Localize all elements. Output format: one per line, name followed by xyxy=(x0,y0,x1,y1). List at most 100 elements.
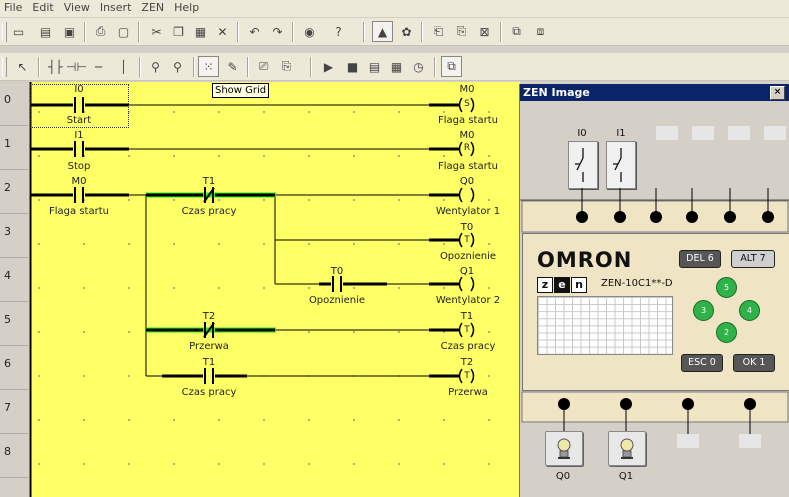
coil-comment: Przerwa xyxy=(448,387,488,398)
coil-comment: Czas pracy xyxy=(440,341,496,352)
output-lamp-q1 xyxy=(608,431,646,466)
delete-icon[interactable]: ✕ xyxy=(212,21,233,42)
empty-input-slot xyxy=(728,126,750,140)
row-number[interactable]: 5 xyxy=(0,302,28,346)
contact-comment: Start xyxy=(66,115,92,126)
alt-button[interactable]: ALT 7 xyxy=(731,250,775,268)
left-arrow-button[interactable]: 3 xyxy=(693,300,714,321)
toolbar-separator xyxy=(138,22,140,42)
row-number[interactable]: 3 xyxy=(0,214,28,258)
row-number[interactable]: 8 xyxy=(0,434,28,478)
empty-output-slot xyxy=(677,434,699,448)
coil-address: Q1 xyxy=(459,266,475,277)
comment-icon[interactable]: ✎ xyxy=(222,56,243,77)
transfer-from-icon[interactable]: ⎘ xyxy=(451,21,472,42)
input-switch-i1[interactable] xyxy=(606,141,636,189)
row-number[interactable]: 6 xyxy=(0,346,28,390)
ladder-diagram[interactable]: I0 Start M0 S Flaga startu I1 Stop M0 R … xyxy=(29,82,520,497)
toolbar-separator xyxy=(500,22,502,42)
run-mode-icon[interactable]: ▲ xyxy=(372,21,393,42)
transfer-to-icon[interactable]: ⎗ xyxy=(428,21,449,42)
ladder-wiring xyxy=(29,82,520,497)
save-icon[interactable]: ▣ xyxy=(59,21,80,42)
coil-comment: Wentylator 1 xyxy=(435,206,501,217)
zen-controller-panel: OMRON zen ZEN-10C1**-D DEL 6 ALT 7 5 3 4… xyxy=(522,233,789,391)
zen-logo-letter: n xyxy=(571,277,587,293)
contact-comment: Flaga startu xyxy=(49,206,109,217)
contact-address: I1 xyxy=(74,130,84,141)
menu-edit[interactable]: Edit xyxy=(28,0,59,14)
coil-comment: Flaga startu xyxy=(438,115,498,126)
disconnect-icon[interactable]: ⧈ xyxy=(530,21,551,42)
stop-mode-icon[interactable]: ✿ xyxy=(396,21,417,42)
down-arrow-button[interactable]: 2 xyxy=(716,322,737,343)
row-number[interactable]: 0 xyxy=(0,82,28,126)
cut-icon[interactable]: ✂ xyxy=(146,21,167,42)
zen-window-title-text: ZEN Image xyxy=(523,86,590,99)
function-list-icon[interactable]: ⎘ xyxy=(276,56,297,77)
zen-image-icon[interactable]: ⧉ xyxy=(441,56,462,77)
coil-address: M0 xyxy=(459,130,475,141)
simulation-stop-icon[interactable]: ■ xyxy=(342,56,363,77)
print-preview-icon[interactable]: ▢ xyxy=(113,21,134,42)
input-switch-i0[interactable] xyxy=(568,141,598,189)
contact-comment: Opoznienie xyxy=(308,295,366,306)
copy-icon[interactable]: ❐ xyxy=(168,21,189,42)
zen-window-title[interactable]: ZEN Image × xyxy=(520,84,789,101)
model-number: ZEN-10C1**-D xyxy=(601,278,673,289)
close-icon[interactable]: × xyxy=(770,86,785,100)
right-arrow-button[interactable]: 4 xyxy=(739,300,760,321)
menu-zen[interactable]: ZEN xyxy=(137,0,170,14)
standard-toolbar: ▭ ▤ ▣ ⎙ ▢ ✂ ❐ ▦ ✕ ↶ ↷ ◉ ? ▲ ✿ ⎗ ⎘ ⊠ ⧉ ⧈ xyxy=(0,18,789,46)
coil-address: M0 xyxy=(459,84,475,95)
row-number[interactable]: 4 xyxy=(0,258,28,302)
row-number[interactable]: 1 xyxy=(0,126,28,170)
clock-icon[interactable]: ◷ xyxy=(408,56,429,77)
coil-address: Q0 xyxy=(459,176,475,187)
menu-insert[interactable]: Insert xyxy=(96,0,138,14)
undo-icon[interactable]: ↶ xyxy=(244,21,265,42)
redo-icon[interactable]: ↷ xyxy=(267,21,288,42)
menu-help[interactable]: Help xyxy=(170,0,205,14)
coil-address: T2 xyxy=(460,357,474,368)
contact-nc-icon[interactable]: ⊣⊢ xyxy=(66,56,87,77)
show-grid-icon[interactable]: ⁙ xyxy=(198,56,219,77)
new-file-icon[interactable]: ▭ xyxy=(8,21,29,42)
contact-address: I0 xyxy=(74,84,84,95)
io-monitor-icon[interactable]: ▤ xyxy=(364,56,385,77)
up-arrow-button[interactable]: 5 xyxy=(716,277,737,298)
table-icon[interactable]: ▦ xyxy=(386,56,407,77)
find-binoculars-icon[interactable]: ◉ xyxy=(299,21,320,42)
del-button[interactable]: DEL 6 xyxy=(679,250,721,268)
zoom-out-icon[interactable]: ⚲ xyxy=(167,56,188,77)
toolbar-separator xyxy=(247,57,249,77)
paste-icon[interactable]: ▦ xyxy=(190,21,211,42)
menu-file[interactable]: File xyxy=(0,0,28,14)
row-number[interactable]: 2 xyxy=(0,170,28,214)
output-label: Q1 xyxy=(618,471,634,482)
toolbar-grip[interactable] xyxy=(2,57,7,77)
horizontal-line-icon[interactable]: ─ xyxy=(88,56,109,77)
toolbar-grip[interactable] xyxy=(2,22,7,42)
output-lamp-q0 xyxy=(545,431,583,466)
print-icon[interactable]: ⎙ xyxy=(90,21,111,42)
vertical-line-icon[interactable]: │ xyxy=(113,56,134,77)
empty-input-slot xyxy=(656,126,678,140)
connect-icon[interactable]: ⧉ xyxy=(506,21,527,42)
toolbar-separator xyxy=(434,57,436,77)
esc-button[interactable]: ESC 0 xyxy=(681,354,723,372)
function-block-icon[interactable]: ⎚ xyxy=(253,56,274,77)
ok-button[interactable]: OK 1 xyxy=(733,354,775,372)
toolbar-separator xyxy=(38,57,40,77)
compare-icon[interactable]: ⊠ xyxy=(474,21,495,42)
zen-image-window[interactable]: ZEN Image × I0 I1 OMRON zen ZEN-10C1**-D… xyxy=(519,84,789,497)
zoom-in-icon[interactable]: ⚲ xyxy=(145,56,166,77)
omron-logo: OMRON xyxy=(537,248,633,272)
select-pointer-icon[interactable]: ↖ xyxy=(12,56,33,77)
row-number[interactable]: 7 xyxy=(0,390,28,434)
open-folder-icon[interactable]: ▤ xyxy=(35,21,56,42)
simulation-run-icon[interactable]: ▶ xyxy=(318,56,339,77)
menu-view[interactable]: View xyxy=(60,0,96,14)
contact-no-icon[interactable]: ┤├ xyxy=(45,56,66,77)
help-question-icon[interactable]: ? xyxy=(328,21,349,42)
